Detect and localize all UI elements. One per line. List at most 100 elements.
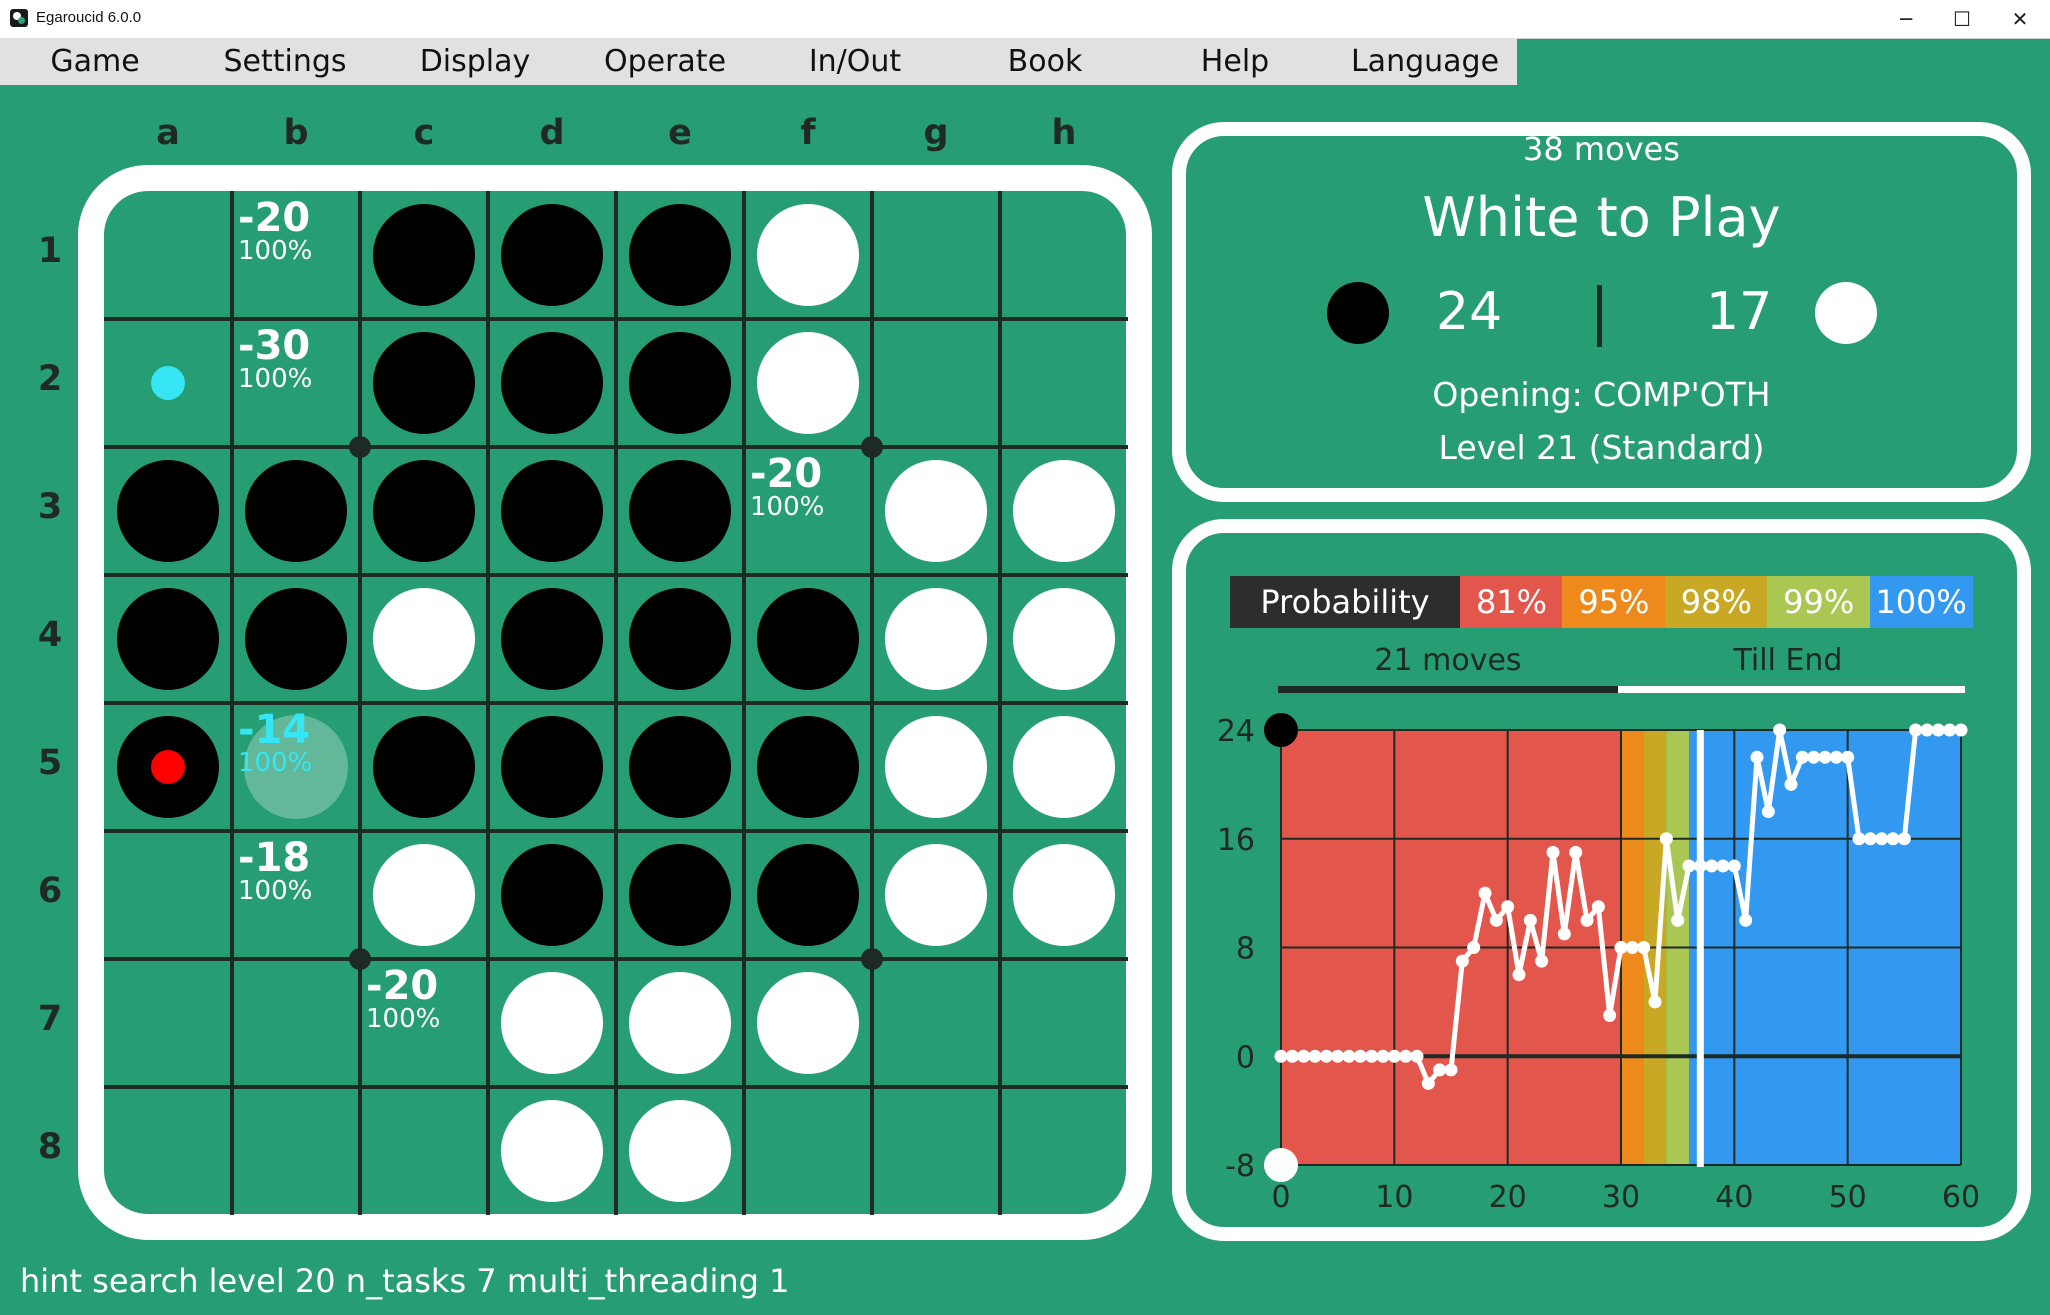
board-cell-g5[interactable] [872, 703, 1000, 831]
evaluation-point [1433, 1063, 1447, 1077]
menu-game[interactable]: Game [0, 38, 190, 85]
board-cell-c5[interactable] [360, 703, 488, 831]
hint-b1[interactable]: -20 100% [232, 191, 360, 319]
board-cell-e6[interactable] [616, 831, 744, 959]
board-cell-d8[interactable] [488, 1087, 616, 1215]
board-cell-h3[interactable] [1000, 447, 1128, 575]
board-cell-e8[interactable] [616, 1087, 744, 1215]
menu-display[interactable]: Display [380, 38, 570, 85]
board-cell-a4[interactable] [104, 575, 232, 703]
board-cell-a6[interactable] [104, 831, 232, 959]
black-disc [629, 716, 731, 818]
board-cell-h4[interactable] [1000, 575, 1128, 703]
row-label-2: 2 [37, 359, 63, 399]
board-cell-b4[interactable] [232, 575, 360, 703]
board-cell-e3[interactable] [616, 447, 744, 575]
black-disc [501, 460, 603, 562]
board-cell-g7[interactable] [872, 959, 1000, 1087]
black-disc [629, 332, 731, 434]
white-disc [885, 844, 987, 946]
board-cell-a1[interactable] [104, 191, 232, 319]
evaluation-point [1897, 832, 1911, 846]
board-cell-f7[interactable] [744, 959, 872, 1087]
board-cell-e4[interactable] [616, 575, 744, 703]
board-cell-f4[interactable] [744, 575, 872, 703]
board-cell-g4[interactable] [872, 575, 1000, 703]
evaluation-point [1727, 859, 1741, 873]
board-cell-e7[interactable] [616, 959, 744, 1087]
board-cell-d3[interactable] [488, 447, 616, 575]
board-cell-b7[interactable] [232, 959, 360, 1087]
board-cell-g1[interactable] [872, 191, 1000, 319]
board-cell-h6[interactable] [1000, 831, 1128, 959]
column-label-h: h [1051, 113, 1077, 153]
board-cell-f1[interactable] [744, 191, 872, 319]
board-cell-a3[interactable] [104, 447, 232, 575]
othello-board[interactable]: -20 100% -30 100% -20 100% -14 100% -18 100% -20 10… [104, 191, 1128, 1215]
board-cell-d4[interactable] [488, 575, 616, 703]
tab-21-moves[interactable]: 21 moves [1278, 643, 1618, 678]
hint-f3[interactable]: -20 100% [744, 447, 872, 575]
hint-value: -20 [750, 451, 823, 497]
board-cell-g3[interactable] [872, 447, 1000, 575]
board-cell-g6[interactable] [872, 831, 1000, 959]
board-cell-d2[interactable] [488, 319, 616, 447]
black-disc-icon [1327, 282, 1389, 344]
board-cell-c8[interactable] [360, 1087, 488, 1215]
last-move-marker [151, 750, 185, 784]
evaluation-point [1455, 954, 1469, 968]
board-cell-d6[interactable] [488, 831, 616, 959]
hint-c7[interactable]: -20 100% [360, 959, 488, 1087]
menu-book[interactable]: Book [950, 38, 1140, 85]
board-cell-e1[interactable] [616, 191, 744, 319]
legal-move-marker[interactable] [151, 366, 185, 400]
board-cell-g2[interactable] [872, 319, 1000, 447]
evaluation-point [1954, 723, 1968, 737]
evaluation-point [1886, 832, 1900, 846]
hint-b6[interactable]: -18 100% [232, 831, 360, 959]
board-cell-d7[interactable] [488, 959, 616, 1087]
board-cell-c3[interactable] [360, 447, 488, 575]
board-cell-h5[interactable] [1000, 703, 1128, 831]
column-label-g: g [923, 113, 949, 153]
menu-settings[interactable]: Settings [190, 38, 380, 85]
board-cell-h7[interactable] [1000, 959, 1128, 1087]
black-disc [629, 844, 731, 946]
evaluation-point [1297, 1049, 1311, 1063]
menu-operate[interactable]: Operate [570, 38, 760, 85]
evaluation-point [1523, 913, 1537, 927]
black-disc [245, 588, 347, 690]
row-label-4: 4 [37, 615, 63, 655]
board-cell-e5[interactable] [616, 703, 744, 831]
board-cell-h2[interactable] [1000, 319, 1128, 447]
evaluation-point [1546, 845, 1560, 859]
board-cell-c1[interactable] [360, 191, 488, 319]
hint-b5[interactable]: -14 100% [232, 703, 360, 831]
board-cell-c4[interactable] [360, 575, 488, 703]
board-cell-a8[interactable] [104, 1087, 232, 1215]
board-cell-f2[interactable] [744, 319, 872, 447]
board-cell-c2[interactable] [360, 319, 488, 447]
board-cell-f6[interactable] [744, 831, 872, 959]
hint-value: -30 [238, 323, 311, 369]
board-cell-b3[interactable] [232, 447, 360, 575]
board-cell-g8[interactable] [872, 1087, 1000, 1215]
evaluation-point [1818, 750, 1832, 764]
evaluation-graph: 0 10 20 30 40 50 60 24 16 8 0 -8 [1217, 713, 1980, 1215]
white-disc [1013, 588, 1115, 690]
board-cell-h8[interactable] [1000, 1087, 1128, 1215]
menu-in-out[interactable]: In/Out [760, 38, 950, 85]
probability-bucket-4: 100% [1869, 576, 1973, 628]
board-cell-d1[interactable] [488, 191, 616, 319]
board-cell-d5[interactable] [488, 703, 616, 831]
board-cell-b8[interactable] [232, 1087, 360, 1215]
board-cell-a7[interactable] [104, 959, 232, 1087]
board-cell-c6[interactable] [360, 831, 488, 959]
board-cell-f8[interactable] [744, 1087, 872, 1215]
board-cell-h1[interactable] [1000, 191, 1128, 319]
board-cell-f5[interactable] [744, 703, 872, 831]
hint-b2[interactable]: -30 100% [232, 319, 360, 447]
tab-till-end[interactable]: Till End [1618, 643, 1958, 678]
black-disc [373, 332, 475, 434]
board-cell-e2[interactable] [616, 319, 744, 447]
